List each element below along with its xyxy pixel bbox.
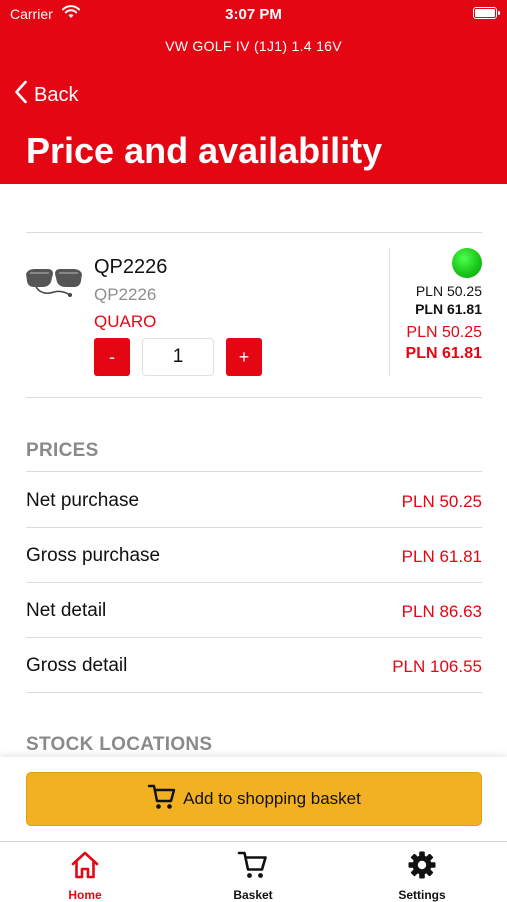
- price-row-label: Net purchase: [26, 490, 140, 511]
- header: VW GOLF IV (1J1) 1.4 16V Back Price and …: [0, 30, 507, 184]
- prices-section-title: PRICES: [26, 440, 99, 461]
- page-title: Price and availability: [26, 130, 383, 171]
- price-row-value: PLN 61.81: [401, 547, 482, 566]
- product-brand: QUARO: [94, 312, 157, 331]
- product-code: QP2226: [94, 285, 157, 304]
- battery-icon: [473, 7, 500, 19]
- quantity-increase-button[interactable]: +: [226, 338, 262, 376]
- quantity-input[interactable]: [142, 338, 214, 376]
- add-to-basket-button[interactable]: Add to shopping basket: [26, 772, 482, 826]
- vehicle-title: VW GOLF IV (1J1) 1.4 16V: [165, 38, 342, 54]
- tab-basket[interactable]: Basket: [193, 842, 313, 902]
- side-gross-price: PLN 61.81: [415, 301, 482, 317]
- tab-home[interactable]: Home: [25, 842, 145, 902]
- price-row-label: Gross detail: [26, 655, 128, 676]
- back-button[interactable]: Back: [14, 80, 78, 110]
- back-label: Back: [34, 83, 79, 106]
- gear-icon: [406, 842, 438, 885]
- price-row-label: Gross purchase: [26, 545, 161, 566]
- divider: [26, 397, 482, 398]
- divider: [26, 582, 482, 583]
- add-to-basket-label: Add to shopping basket: [183, 789, 361, 808]
- chevron-left-icon: [14, 80, 34, 110]
- divider: [26, 232, 482, 233]
- clock: 3:07 PM: [225, 6, 282, 23]
- product-name: QP2226: [94, 256, 168, 278]
- side-net-price-red: PLN 50.25: [406, 324, 482, 341]
- price-row-value: PLN 50.25: [401, 492, 482, 511]
- quantity-decrease-button[interactable]: -: [94, 338, 130, 376]
- divider: [26, 637, 482, 638]
- tab-settings[interactable]: Settings: [362, 842, 482, 902]
- cart-icon: [237, 842, 269, 885]
- availability-indicator: [452, 248, 482, 278]
- cart-icon: [147, 783, 177, 816]
- divider: [26, 527, 482, 528]
- divider: [26, 692, 482, 693]
- stock-section-title: STOCK LOCATIONS: [26, 734, 213, 755]
- side-gross-price-red: PLN 61.81: [405, 345, 482, 362]
- divider: [26, 471, 482, 472]
- price-row-label: Net detail: [26, 600, 107, 621]
- vertical-divider: [389, 248, 390, 376]
- tab-bar: Home Basket Settings: [0, 841, 507, 902]
- brake-pads-thumbnail[interactable]: [24, 262, 84, 302]
- price-row-value: PLN 106.55: [392, 657, 482, 676]
- price-row-value: PLN 86.63: [401, 602, 482, 621]
- home-icon: [69, 842, 101, 885]
- bottom-action-panel: Add to shopping basket: [0, 757, 507, 841]
- status-bar: Carrier 3:07 PM: [0, 0, 507, 30]
- side-net-price: PLN 50.25: [415, 283, 482, 299]
